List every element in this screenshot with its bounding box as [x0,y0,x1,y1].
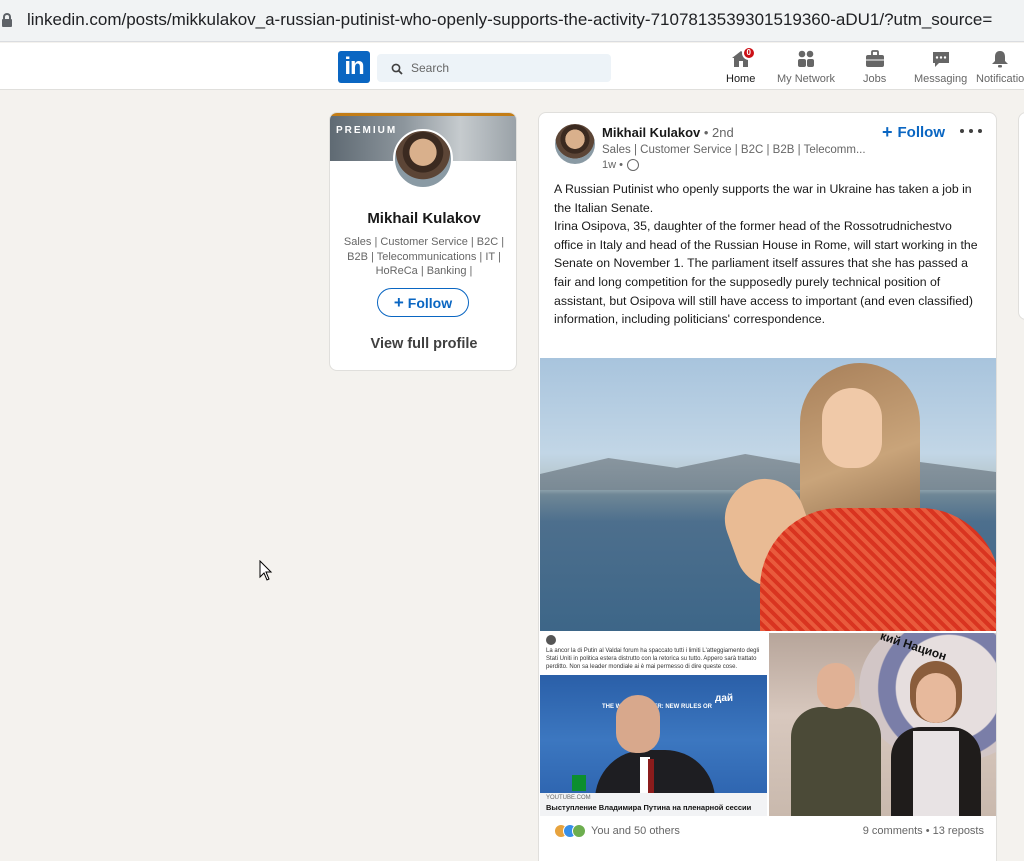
author-name-text[interactable]: Mikhail Kulakov [602,125,700,140]
view-full-profile-link[interactable]: View full profile [330,336,516,352]
bell-icon [989,49,1011,69]
reactions-count[interactable]: You and 50 others [591,825,680,837]
post-follow-button[interactable]: + Follow [882,122,945,143]
search-icon [391,62,403,75]
profile-headline: Sales | Customer Service | B2C | B2B | T… [343,236,505,277]
post-text-paragraph-2: Irina Osipova, 35, daughter of the forme… [554,219,978,327]
lock-icon [2,13,12,27]
profile-avatar[interactable] [393,129,453,189]
post-follow-label: Follow [897,124,946,141]
feed-post: Mikhail Kulakov • 2nd Sales | Customer S… [538,112,997,861]
search-box[interactable] [377,54,611,82]
author-name[interactable]: Mikhail Kulakov • 2nd [602,125,734,140]
briefcase-icon [864,49,886,69]
profile-card: PREMIUM Mikhail Kulakov Sales | Customer… [329,112,517,371]
author-headline: Sales | Customer Service | B2C | B2B | T… [602,144,866,156]
image-embedded-text: La ancor la di Putin al Valdai forum ha … [546,648,760,670]
network-icon [795,49,817,69]
more-options-icon[interactable] [960,122,982,140]
globe-icon [626,159,639,171]
author-avatar[interactable] [555,124,595,164]
connection-degree: • 2nd [703,125,734,140]
comments-reposts-count[interactable]: 9 comments • 13 reposts [863,825,984,837]
nav-home-label: Home [726,73,756,85]
post-text: A Russian Putinist who openly supports t… [554,180,984,329]
image-source: YOUTUBE.COM [546,795,591,801]
nav-jobs-label: Jobs [863,73,887,85]
nav-messaging-label: Messaging [914,73,968,85]
celebrate-icon [572,824,586,838]
nav-my-network[interactable]: My Network [777,49,835,89]
notification-badge: 0 [741,46,756,60]
nav-notifications-label: Notificatio [976,73,1024,85]
post-image-main[interactable] [540,358,996,631]
image-banner-ru-text: дай [715,693,734,704]
mouse-cursor-icon [259,559,273,582]
url-text[interactable]: linkedin.com/posts/mikkulakov_a-russian-… [27,10,992,30]
post-image-photo[interactable]: кий Национ [769,633,996,816]
post-timestamp: 1w • [602,159,639,171]
profile-name[interactable]: Mikhail Kulakov [330,210,516,227]
nav-home[interactable]: 0 Home [726,46,756,89]
nav-my-network-label: My Network [777,73,836,85]
nav-notifications[interactable]: Notificatio [976,49,1024,89]
post-time-text: 1w • [602,159,623,171]
search-input[interactable] [411,61,591,75]
nav-jobs[interactable]: Jobs [863,49,886,89]
linkedin-logo[interactable]: in [338,51,370,83]
browser-address-bar[interactable]: linkedin.com/posts/mikkulakov_a-russian-… [0,0,1024,42]
home-icon: 0 [730,46,756,69]
plus-icon: + [882,122,893,142]
reaction-icons[interactable] [554,824,588,838]
top-navigation: in 0 Home My Network Jobs Messaging [0,43,1024,90]
post-image-screenshot[interactable]: La ancor la di Putin al Valdai forum ha … [540,633,767,816]
nav-messaging[interactable]: Messaging [914,49,967,89]
right-sidebar-card [1018,112,1024,320]
profile-follow-button[interactable]: + Follow [377,288,469,317]
post-text-paragraph-1: A Russian Putinist who openly supports t… [554,182,972,215]
image-caption: Выступление Владимира Путина на пленарно… [546,803,752,812]
profile-follow-label: Follow [407,294,453,311]
plus-icon: + [393,292,404,312]
social-counts: You and 50 others 9 comments • 13 repost… [554,823,984,843]
messaging-icon [930,49,952,69]
premium-badge: PREMIUM [336,125,398,136]
